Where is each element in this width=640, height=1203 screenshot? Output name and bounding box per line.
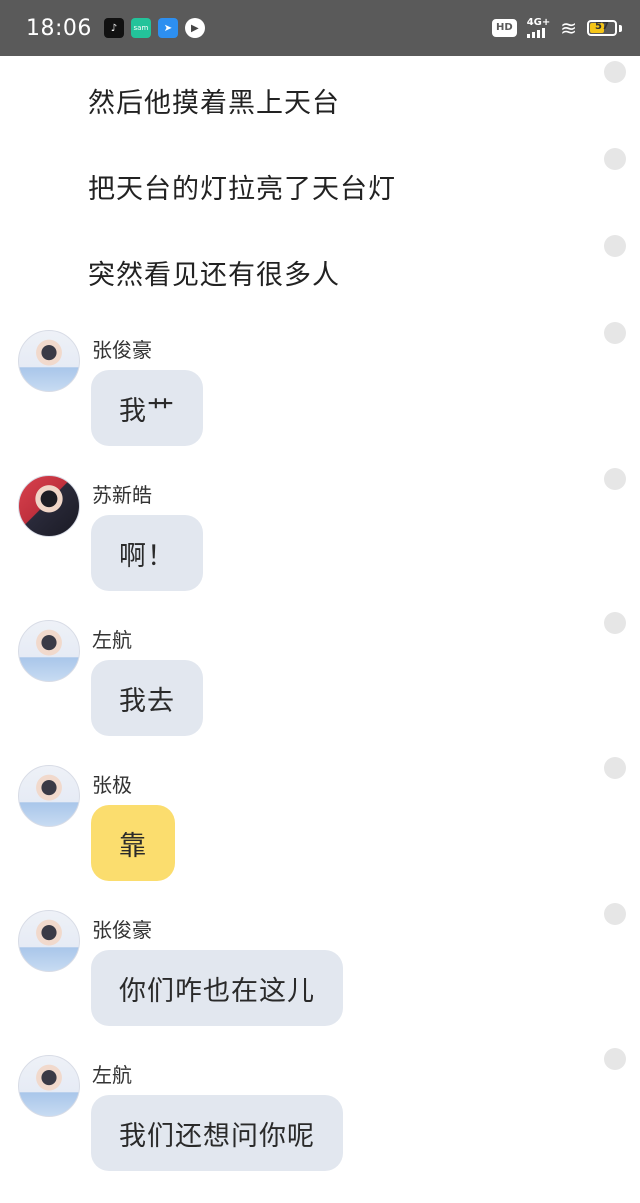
wifi-icon: ≋ (560, 16, 577, 40)
network-type: 4G+ (526, 17, 551, 28)
sender-name: 苏新皓 (92, 483, 152, 507)
battery-icon: 57 (587, 20, 617, 36)
narration-line: 把天台的灯拉亮了天台灯 (88, 174, 396, 205)
select-dot[interactable] (604, 612, 626, 634)
soul-icon: sam (130, 18, 151, 38)
select-dot[interactable] (604, 903, 626, 925)
avatar[interactable] (18, 620, 80, 682)
sender-name: 张俊豪 (92, 338, 152, 362)
select-dot[interactable] (604, 322, 626, 344)
signal-icon: 4G+ (526, 17, 551, 38)
clock: 18:06 (26, 15, 92, 41)
message-bubble[interactable]: 我艹 (91, 370, 203, 446)
notification-icons: ♪ sam ➤ ▶ (103, 18, 205, 38)
message-bubble[interactable]: 啊！ (91, 515, 203, 591)
sender-name: 左航 (92, 1063, 132, 1087)
narration-line: 突然看见还有很多人 (88, 260, 340, 291)
message-bubble[interactable]: 你们咋也在这儿 (91, 950, 343, 1026)
message-bubble[interactable]: 我去 (91, 660, 203, 736)
select-dot[interactable] (604, 235, 626, 257)
select-dot[interactable] (604, 468, 626, 490)
status-bar: 18:06 ♪ sam ➤ ▶ HD 4G+ ≋ 57 (0, 0, 640, 56)
avatar[interactable] (18, 475, 80, 537)
message-bubble[interactable]: 我们还想问你呢 (91, 1095, 343, 1171)
play-icon: ▶ (184, 18, 205, 38)
chat-area[interactable]: 然后他摸着黑上天台 把天台的灯拉亮了天台灯 突然看见还有很多人 张俊豪 我艹 苏… (0, 56, 640, 1203)
select-dot[interactable] (604, 1048, 626, 1070)
avatar[interactable] (18, 1055, 80, 1117)
tiktok-icon: ♪ (103, 18, 124, 38)
message-bubble[interactable]: 靠 (91, 805, 175, 881)
avatar[interactable] (18, 910, 80, 972)
sender-name: 张极 (92, 773, 132, 797)
narration-line: 然后他摸着黑上天台 (88, 88, 340, 119)
battery-tip (619, 24, 622, 32)
system-icons: HD 4G+ ≋ 57 (492, 18, 622, 38)
select-dot[interactable] (604, 757, 626, 779)
battery-level: 57 (595, 21, 609, 32)
sender-name: 左航 (92, 628, 132, 652)
avatar[interactable] (18, 330, 80, 392)
select-dot[interactable] (604, 61, 626, 83)
send-icon: ➤ (157, 18, 178, 38)
avatar[interactable] (18, 765, 80, 827)
hd-icon: HD (492, 19, 517, 37)
sender-name: 张俊豪 (92, 918, 152, 942)
select-dot[interactable] (604, 148, 626, 170)
